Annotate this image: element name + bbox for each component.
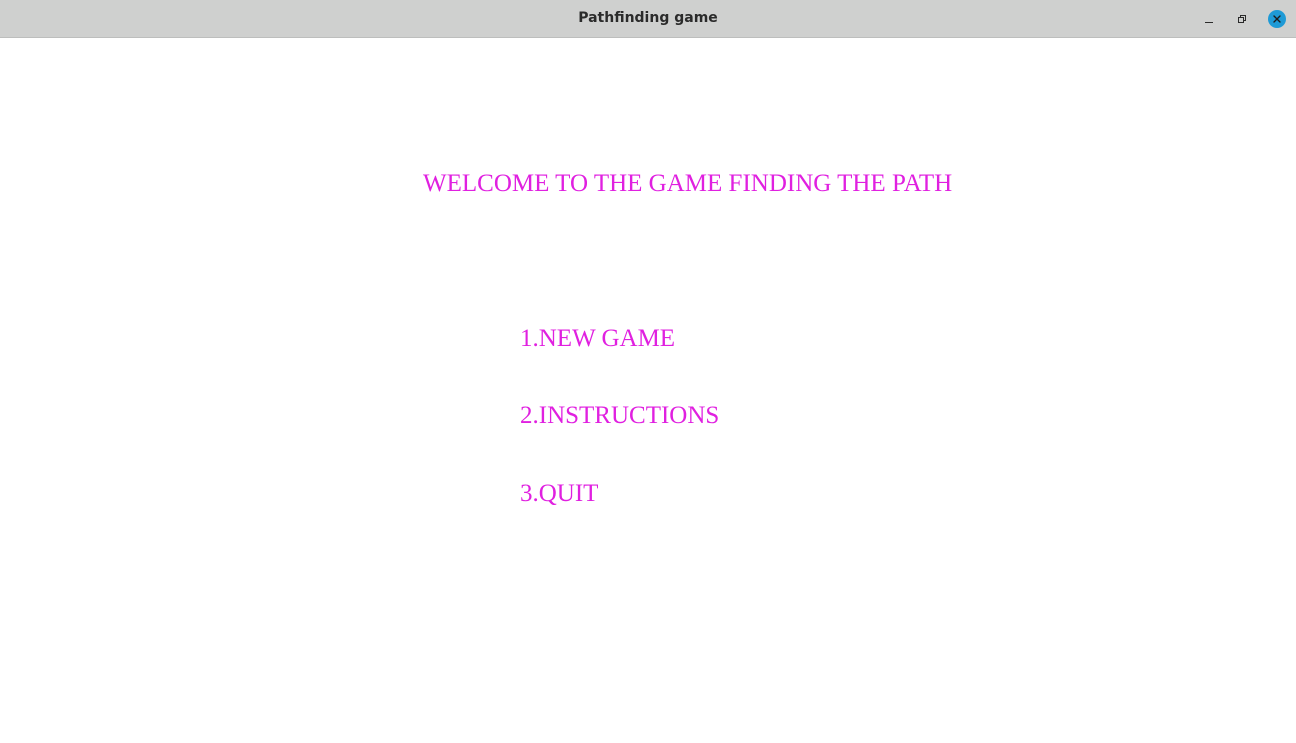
menu-item-instructions[interactable]: 2.INSTRUCTIONS: [520, 403, 719, 428]
window-title: Pathfinding game: [578, 10, 718, 26]
maximize-button[interactable]: [1233, 10, 1251, 28]
minimize-icon: [1205, 21, 1213, 23]
close-button[interactable]: [1268, 10, 1286, 28]
menu-item-new-game[interactable]: 1.NEW GAME: [520, 326, 675, 351]
restore-icon: [1238, 15, 1246, 23]
welcome-heading: WELCOME TO THE GAME FINDING THE PATH: [423, 170, 953, 197]
game-window: Pathfinding game WELCOME TO THE GAME FIN…: [0, 0, 1296, 743]
menu-item-quit[interactable]: 3.QUIT: [520, 481, 598, 506]
game-canvas: WELCOME TO THE GAME FINDING THE PATH 1.N…: [0, 38, 1296, 743]
minimize-button[interactable]: [1200, 10, 1218, 28]
title-bar[interactable]: Pathfinding game: [0, 0, 1296, 38]
close-icon: [1273, 15, 1281, 23]
